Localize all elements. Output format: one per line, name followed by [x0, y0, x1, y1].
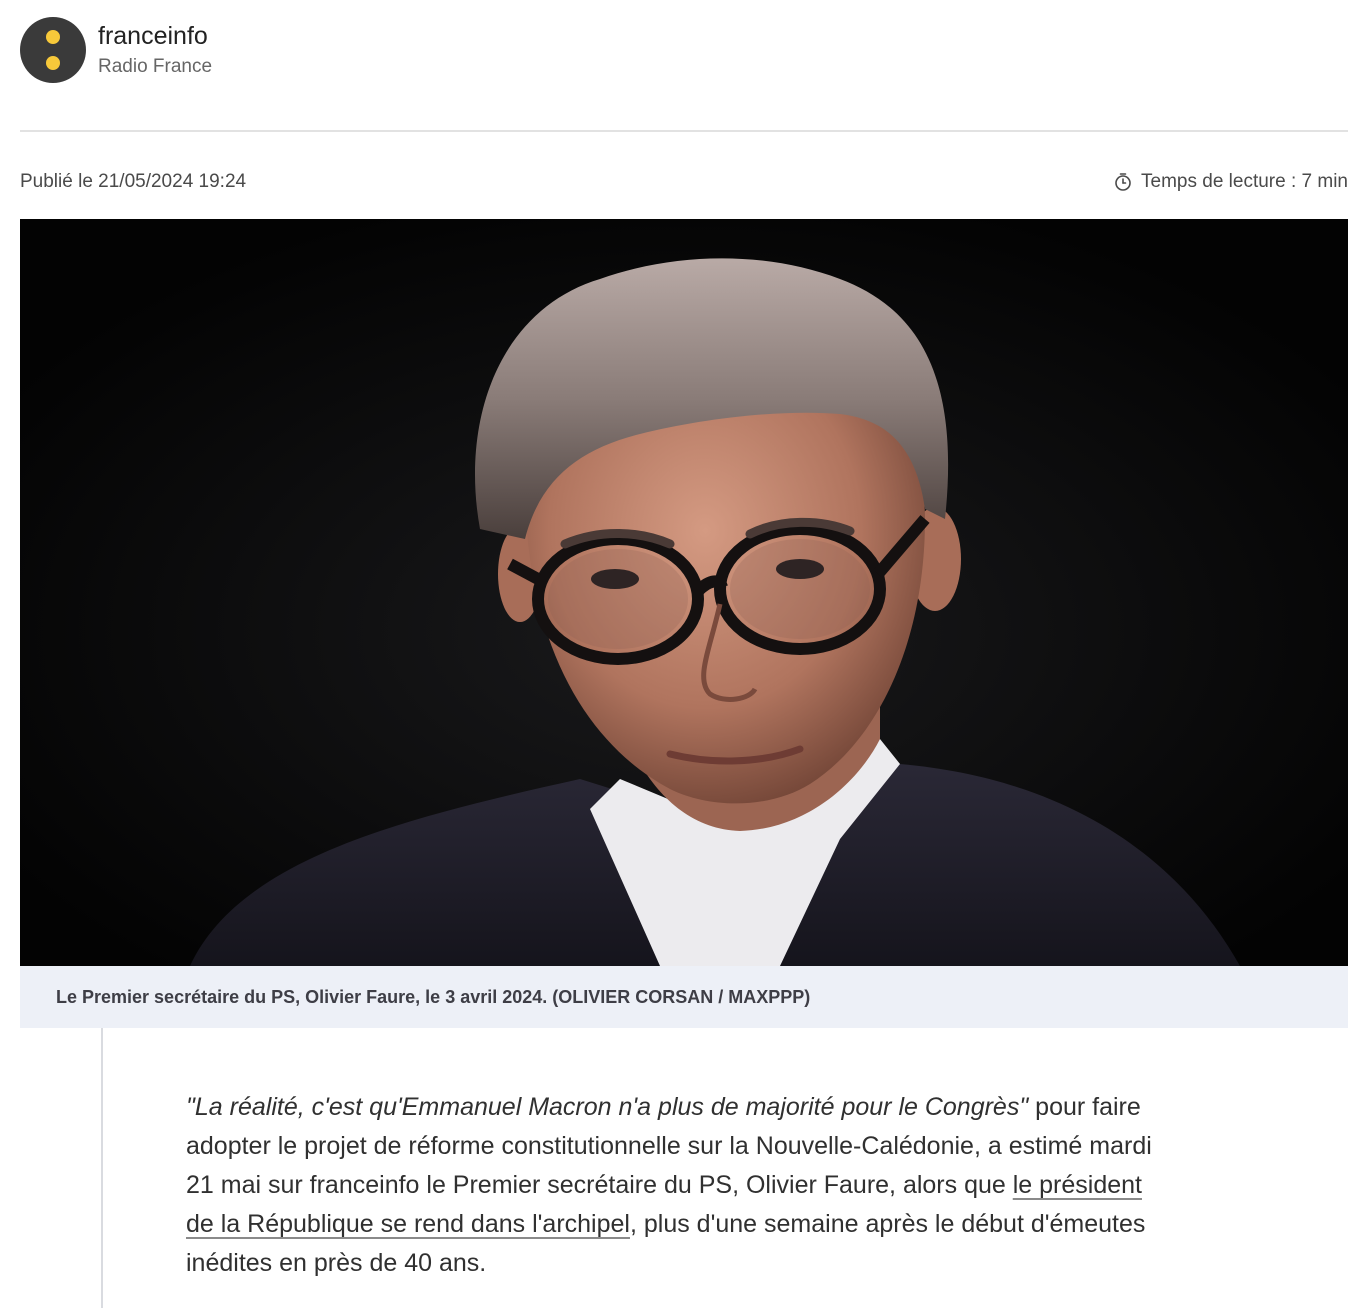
- reading-time: Temps de lecture : 7 min: [1113, 171, 1348, 193]
- logo-dot-bottom: [46, 56, 60, 70]
- article-page: franceinfo Radio France Publié le 21/05/…: [0, 0, 1366, 1308]
- franceinfo-logo-icon: [20, 17, 86, 83]
- published-date: Publié le 21/05/2024 19:24: [20, 171, 247, 192]
- logo-dot-top: [46, 30, 60, 44]
- article-lead-paragraph: "La réalité, c'est qu'Emmanuel Macron n'…: [186, 1088, 1176, 1283]
- quote-rule: [101, 1028, 103, 1308]
- header-divider: [20, 130, 1348, 132]
- source-text: franceinfo Radio France: [98, 19, 212, 81]
- image-caption: Le Premier secrétaire du PS, Olivier Fau…: [20, 966, 1348, 1028]
- source-subtitle: Radio France: [98, 56, 213, 77]
- source-name[interactable]: franceinfo: [98, 19, 212, 53]
- source-header[interactable]: franceinfo Radio France: [20, 17, 212, 83]
- lead-quote: "La réalité, c'est qu'Emmanuel Macron n'…: [186, 1093, 1029, 1121]
- reading-time-label: Temps de lecture : 7 min: [1141, 171, 1348, 192]
- article-meta: Publié le 21/05/2024 19:24 Temps de lect…: [20, 168, 1348, 196]
- portrait-illustration: [20, 219, 1348, 966]
- timer-icon: [1115, 173, 1131, 191]
- hero-image[interactable]: [20, 219, 1348, 966]
